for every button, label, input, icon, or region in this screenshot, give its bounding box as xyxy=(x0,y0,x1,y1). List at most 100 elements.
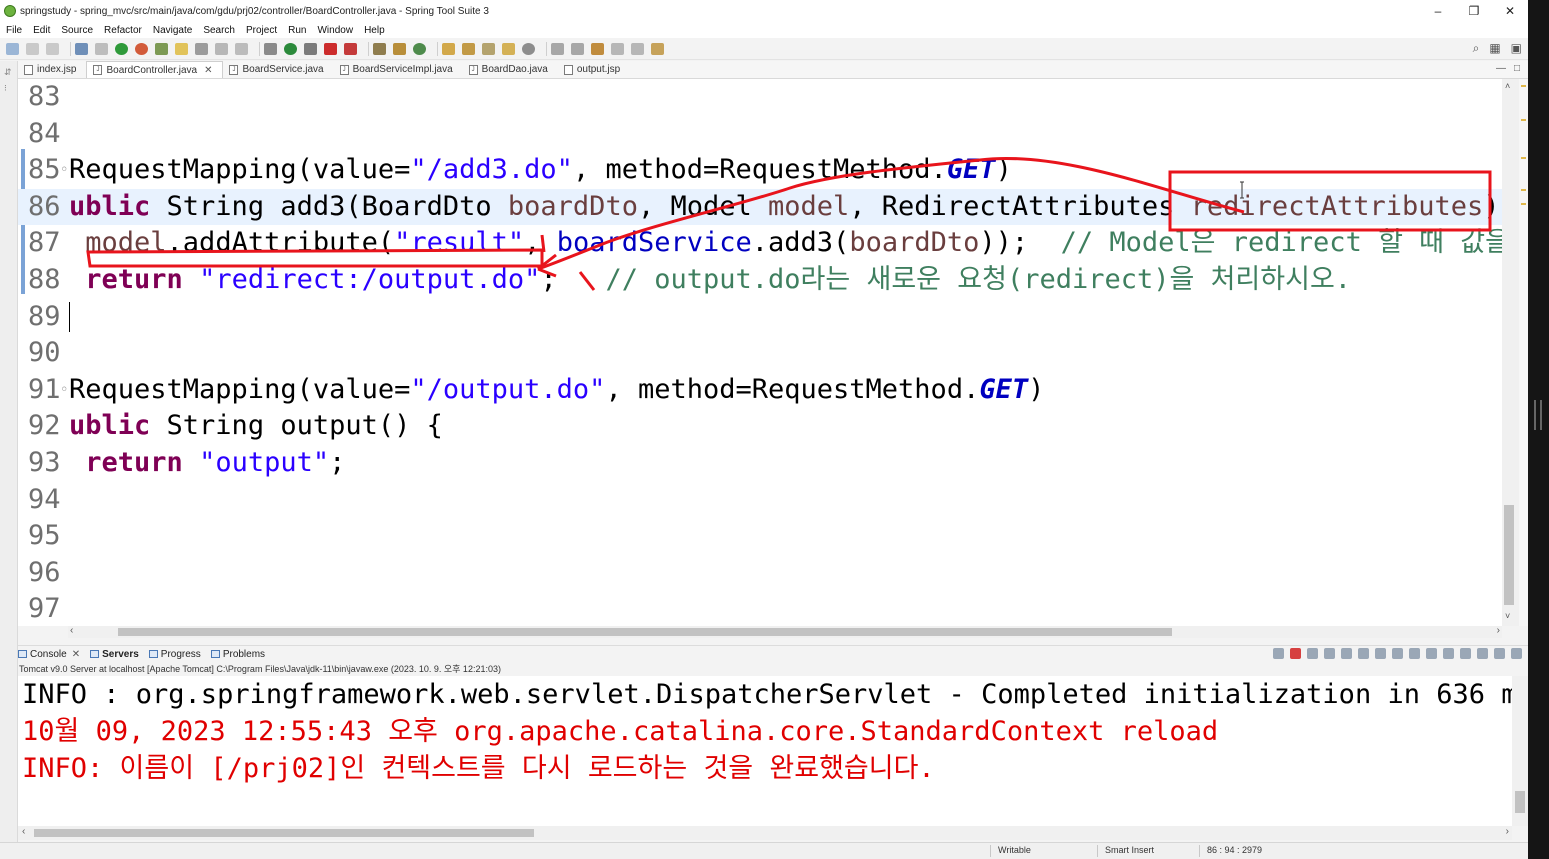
open-console-icon[interactable] xyxy=(1460,648,1471,659)
remove-all-icon[interactable] xyxy=(1324,648,1335,659)
scroll-left-icon[interactable]: ‹ xyxy=(70,625,73,636)
open-task-icon[interactable] xyxy=(502,42,515,55)
display-console-icon[interactable] xyxy=(1443,648,1454,659)
scrollbar-thumb[interactable] xyxy=(1515,791,1525,813)
terminal-icon[interactable] xyxy=(75,42,88,55)
new-java-project-icon[interactable] xyxy=(373,42,386,55)
code-line[interactable]: 90 xyxy=(18,335,1519,371)
debug-icon[interactable] xyxy=(264,42,277,55)
coverage-icon[interactable] xyxy=(304,42,317,55)
perspective-icon[interactable]: ▦ xyxy=(1489,41,1500,56)
fold-icon[interactable]: ◦ xyxy=(60,152,68,188)
tab-output-jsp[interactable]: output.jsp xyxy=(558,61,630,78)
console-horizontal-scrollbar[interactable]: ‹ › xyxy=(18,826,1512,840)
start-server-icon[interactable] xyxy=(115,42,128,55)
overview-ruler[interactable] xyxy=(1519,79,1528,626)
new-class-icon[interactable] xyxy=(413,42,426,55)
tab-console[interactable]: Console ✕ xyxy=(18,649,80,660)
menu-project[interactable]: Project xyxy=(246,25,277,36)
show-on-stderr-icon[interactable] xyxy=(1409,648,1420,659)
settings-icon[interactable] xyxy=(1477,648,1488,659)
minimize-view-icon[interactable] xyxy=(1494,648,1505,659)
open-type-icon[interactable] xyxy=(442,42,455,55)
code-line[interactable]: 91 ◦ RequestMapping(value="/output.do", me… xyxy=(18,372,1519,408)
code-line[interactable]: 92 ublic String output() { xyxy=(18,408,1519,444)
console-output[interactable]: INFO : org.springframework.web.servlet.D… xyxy=(18,676,1512,826)
disconnect-icon[interactable] xyxy=(1273,648,1284,659)
back-icon[interactable] xyxy=(611,42,624,55)
restore-button[interactable]: ❐ xyxy=(1456,0,1492,22)
skip-breakpoints-icon[interactable] xyxy=(95,42,108,55)
word-wrap-console-icon[interactable] xyxy=(1375,648,1386,659)
package-explorer-icon[interactable]: ⁝ xyxy=(4,83,7,94)
code-line[interactable]: 97 xyxy=(18,591,1519,626)
menu-source[interactable]: Source xyxy=(61,25,93,36)
scrollbar-thumb[interactable] xyxy=(1504,505,1514,605)
mark-occurrences-icon[interactable] xyxy=(175,42,188,55)
fold-icon[interactable]: ◦ xyxy=(60,372,68,408)
maximize-view-icon[interactable] xyxy=(1511,648,1522,659)
pin-console-icon[interactable] xyxy=(1426,648,1437,659)
tab-boarddao-java[interactable]: J BoardDao.java xyxy=(463,61,558,78)
editor-horizontal-scrollbar[interactable]: ‹ › xyxy=(68,625,1502,638)
external-tools-icon[interactable] xyxy=(344,42,357,55)
pin-editor-icon[interactable] xyxy=(651,42,664,55)
new-package-icon[interactable] xyxy=(393,42,406,55)
maximize-view-icon[interactable]: □ xyxy=(1514,63,1520,74)
tab-problems[interactable]: Problems xyxy=(210,649,265,660)
code-line[interactable]: 85 ◦ RequestMapping(value="/add3.do", meth… xyxy=(18,152,1519,188)
editor-vertical-scrollbar[interactable]: ˄ ˅ xyxy=(1502,79,1519,626)
menu-run[interactable]: Run xyxy=(288,25,306,36)
spring-perspective-icon[interactable]: ▣ xyxy=(1511,41,1522,56)
close-button[interactable]: ✕ xyxy=(1492,0,1528,22)
console-vertical-scrollbar[interactable] xyxy=(1512,676,1528,826)
save-icon[interactable] xyxy=(26,42,39,55)
restore-view-icon[interactable]: ⇵ xyxy=(4,67,12,78)
open-resource-icon[interactable] xyxy=(462,42,475,55)
scrollbar-thumb[interactable] xyxy=(118,628,1172,636)
menu-refactor[interactable]: Refactor xyxy=(104,25,142,36)
menu-file[interactable]: File xyxy=(6,25,22,36)
code-line[interactable]: 93 return "output"; xyxy=(18,445,1519,481)
remove-launch-icon[interactable] xyxy=(1307,648,1318,659)
resize-grip-icon[interactable] xyxy=(1534,400,1542,430)
close-tab-icon[interactable]: ✕ xyxy=(72,649,80,660)
stop-icon[interactable] xyxy=(324,42,337,55)
scroll-right-icon[interactable]: › xyxy=(1497,625,1500,636)
java-code-editor[interactable]: 83 84 85 ◦ RequestMapping(value="/add3.do", … xyxy=(18,79,1519,626)
code-line[interactable]: 87 model.addAttribute("result", boardSer… xyxy=(18,225,1519,261)
tab-index-jsp[interactable]: index.jsp xyxy=(18,61,86,78)
tab-boardservice-java[interactable]: J BoardService.java xyxy=(223,61,333,78)
menu-navigate[interactable]: Navigate xyxy=(153,25,192,36)
menu-window[interactable]: Window xyxy=(317,25,353,36)
code-line[interactable]: 89 xyxy=(18,299,1519,335)
code-line[interactable]: 95 xyxy=(18,518,1519,554)
next-annotation-icon[interactable] xyxy=(551,42,564,55)
scroll-up-icon[interactable]: ˄ xyxy=(1505,81,1510,91)
previous-annotation-icon[interactable] xyxy=(571,42,584,55)
menu-help[interactable]: Help xyxy=(364,25,385,36)
search-tool-icon[interactable] xyxy=(482,42,495,55)
code-line[interactable]: 96 xyxy=(18,555,1519,591)
menu-search[interactable]: Search xyxy=(203,25,235,36)
word-wrap-icon[interactable] xyxy=(195,42,208,55)
minimize-button[interactable]: – xyxy=(1420,0,1456,22)
close-tab-icon[interactable]: ✕ xyxy=(204,65,212,76)
code-line[interactable]: 84 xyxy=(18,116,1519,152)
show-whitespace-icon[interactable] xyxy=(235,42,248,55)
scrollbar-thumb[interactable] xyxy=(34,829,534,837)
clear-console-icon[interactable] xyxy=(1341,648,1352,659)
terminate-icon[interactable] xyxy=(1290,648,1301,659)
spring-boot-icon[interactable] xyxy=(135,42,148,55)
quick-access-icon[interactable] xyxy=(155,42,168,55)
scroll-left-icon[interactable]: ‹ xyxy=(22,826,25,837)
globe-icon[interactable] xyxy=(522,42,535,55)
tab-servers[interactable]: Servers xyxy=(90,649,139,660)
menu-edit[interactable]: Edit xyxy=(33,25,50,36)
code-line[interactable]: 94 xyxy=(18,482,1519,518)
run-icon[interactable] xyxy=(284,42,297,55)
new-icon[interactable] xyxy=(6,42,19,55)
code-line[interactable]: 88 return "redirect:/output.do"; // outp… xyxy=(18,262,1519,298)
search-icon[interactable]: ⌕ xyxy=(1473,41,1480,56)
show-on-stdout-icon[interactable] xyxy=(1392,648,1403,659)
